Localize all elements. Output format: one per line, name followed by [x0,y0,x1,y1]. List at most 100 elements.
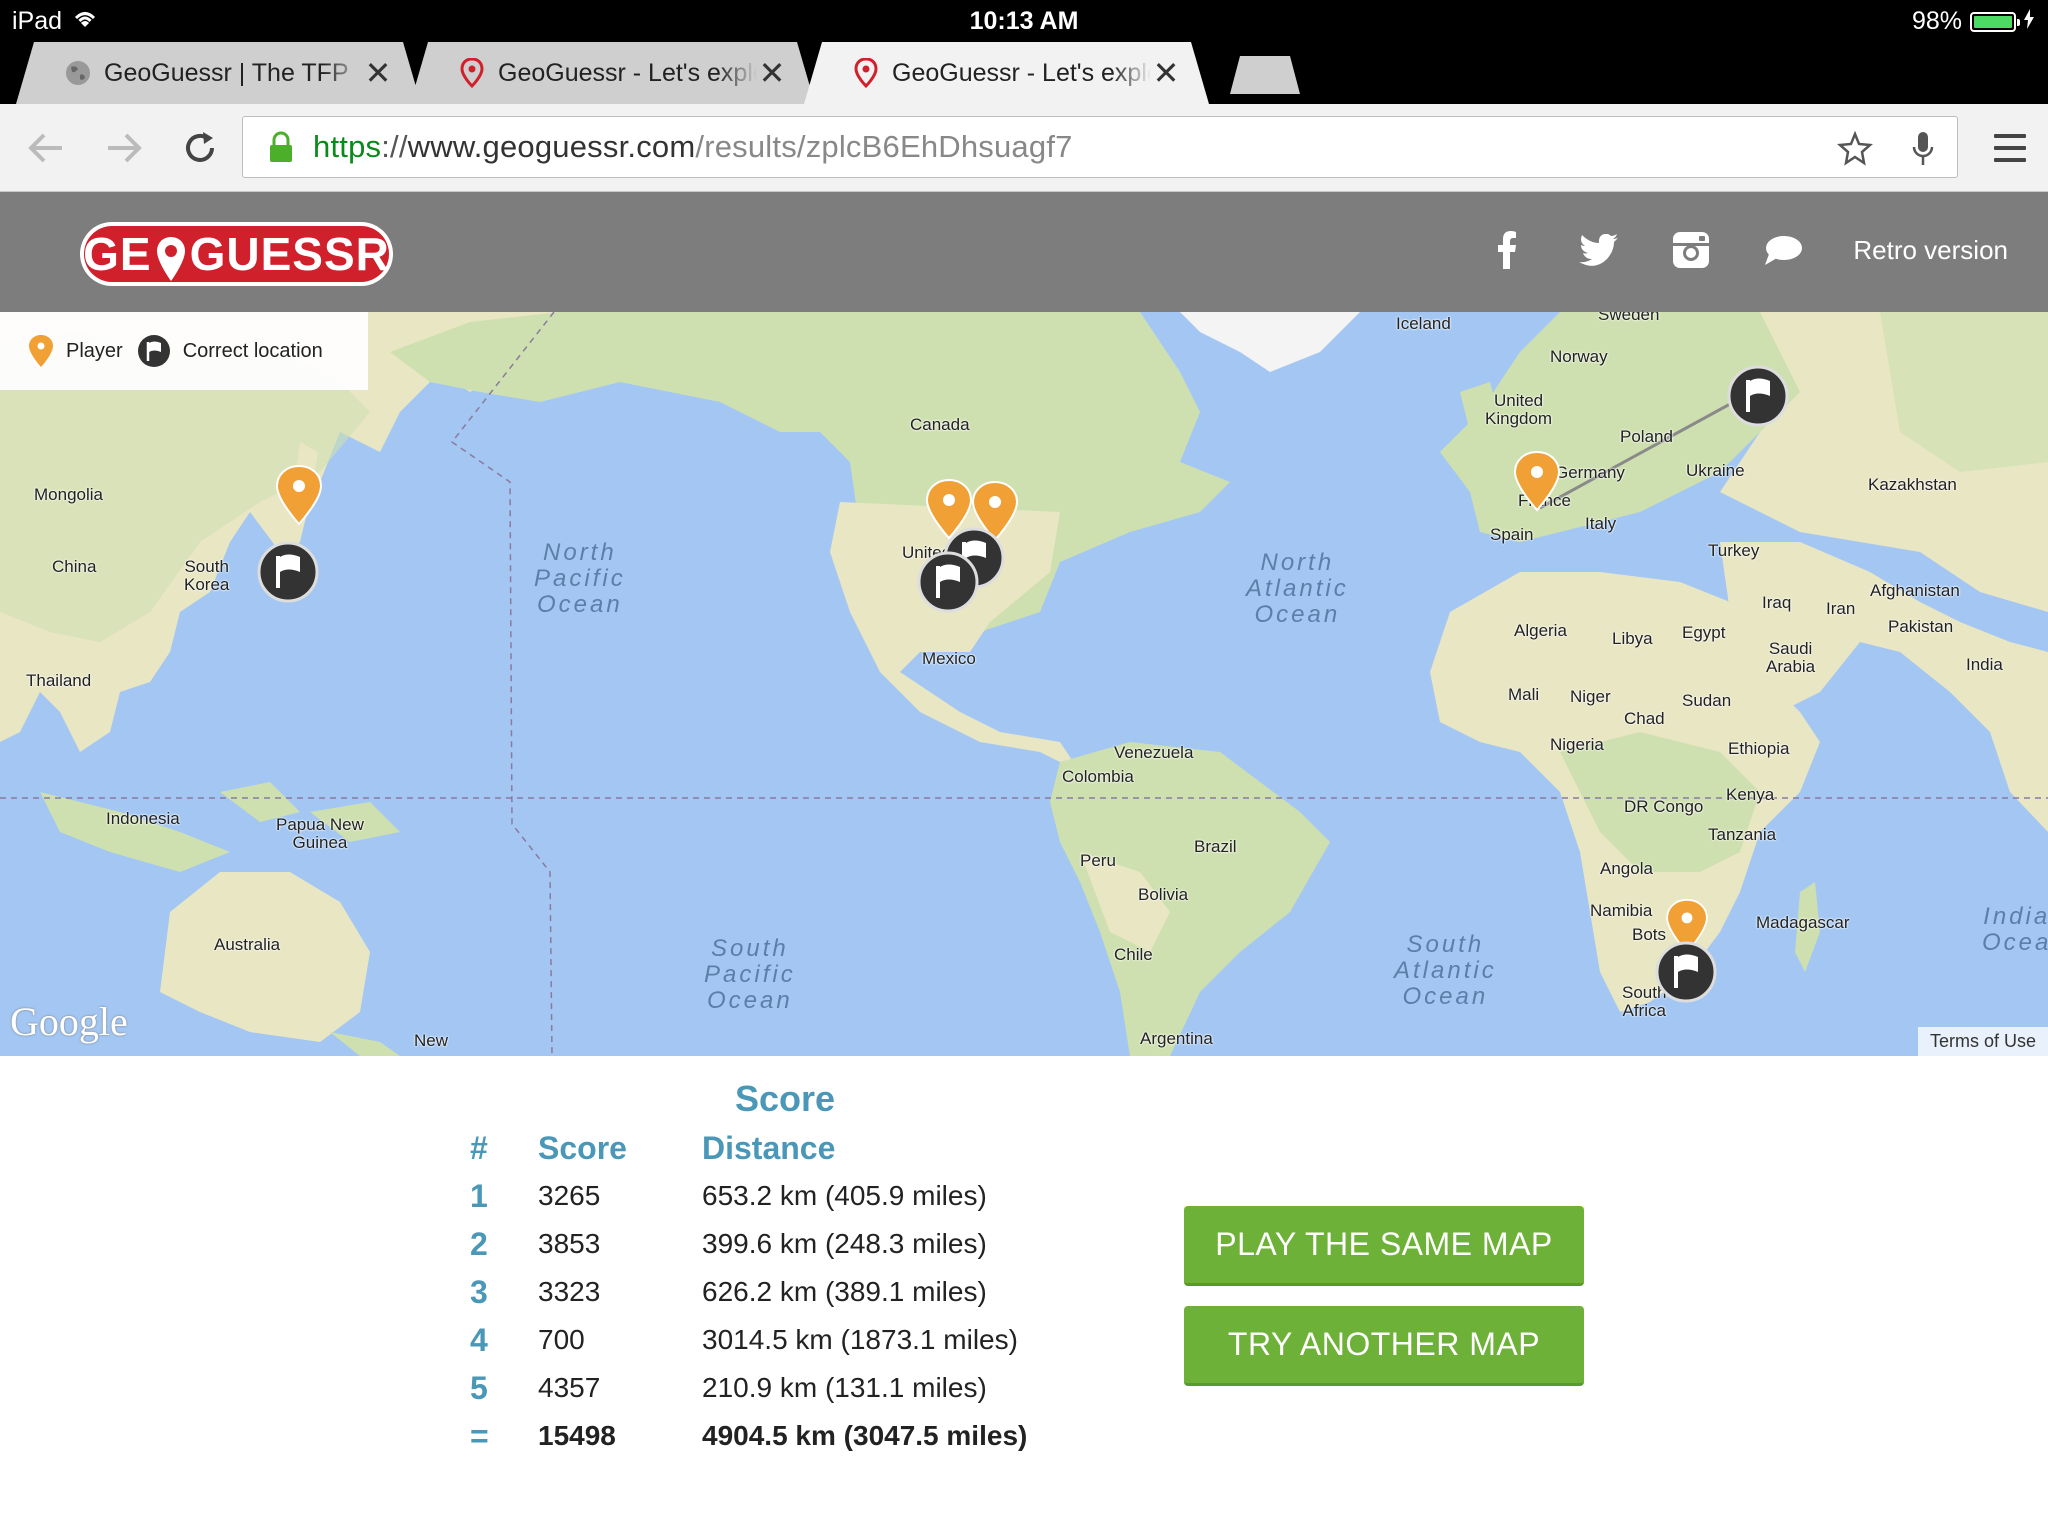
lock-icon [263,129,299,165]
tab-title: GeoGuessr - Let's explore the world! [892,58,1147,87]
map-place-label: Namibia [1590,901,1653,920]
correct-location-marker[interactable] [1654,940,1718,1009]
player-marker[interactable] [1512,450,1562,517]
reload-button[interactable] [174,122,226,174]
map-place-label: Niger [1570,687,1611,706]
map-place-label: Algeria [1514,621,1567,640]
bookmark-star-icon[interactable] [1835,129,1875,169]
logo-pin-icon [154,235,188,281]
round-distance: 653.2 km (405.9 miles) [702,1180,987,1211]
map-place-label: Australia [214,935,281,954]
tab-title: GeoGuessr - Let's explore the world! [498,58,753,87]
retro-version-link[interactable]: Retro version [1853,235,2008,266]
player-marker-icon [29,335,53,367]
url-text: https://www.geoguessr.com/results/zplcB6… [313,129,1073,164]
tab-geoguessr-explore-2[interactable]: GeoGuessr - Let's explore the world! ✕ [804,42,1209,104]
microphone-icon[interactable] [1903,129,1943,169]
map-place-label: Peru [1080,851,1116,870]
try-another-map-button[interactable]: TRY ANOTHER MAP [1184,1306,1584,1386]
round-score: 3265 [538,1180,601,1211]
map-place-label: Tanzania [1708,825,1777,844]
player-marker[interactable] [274,464,324,531]
map-place-label: Iran [1826,599,1856,618]
new-tab-button[interactable] [1230,56,1300,94]
site-header: GE GUESSR Retro version [0,192,2048,312]
tab-geoguessr-tfp[interactable]: GeoGuessr | The TFP ✕ [16,42,421,104]
tab-strip: GeoGuessr | The TFP ✕ GeoGuessr - Let's … [0,42,2048,104]
ocean-label: South Pacific Ocean [704,935,796,1014]
twitter-icon[interactable] [1577,228,1621,272]
map-place-label: DR Congo [1624,797,1704,816]
results-panel: Score # Score Distance 1 3265 653.2 km (… [0,1056,2048,1536]
ocean-label: India Ocea [1982,903,2048,956]
map-place-label: Ethiopia [1728,739,1790,758]
map-pin-icon [852,59,880,87]
map-place-label: Egypt [1682,623,1726,642]
facebook-icon[interactable] [1485,228,1529,272]
chat-bubble-icon[interactable] [1761,228,1805,272]
status-right: 98% [1912,7,2034,36]
back-button[interactable] [20,122,72,174]
play-same-map-button[interactable]: PLAY THE SAME MAP [1184,1206,1584,1286]
table-row: 1 3265 653.2 km (405.9 miles) [470,1172,1102,1220]
logo-text-right: GUESSR [189,228,390,280]
results-map[interactable]: Player Correct location Iceland Sweden Nor… [0,312,2048,1056]
round-score: 3853 [538,1228,601,1259]
legend-player-label: Player [66,339,123,362]
ocean-label: North Atlantic Ocean [1246,549,1349,628]
round-number: 2 [470,1225,488,1262]
map-place-label: Sweden [1598,312,1660,324]
reload-icon [186,132,214,162]
map-place-label: Venezuela [1114,743,1194,762]
map-place-label: Chile [1114,945,1153,964]
table-total-row: = 15498 4904.5 km (3047.5 miles) [470,1412,1102,1460]
logo-text-left: GE [83,228,152,280]
total-symbol: = [470,1417,489,1454]
map-place-label: Libya [1612,629,1653,648]
round-number: 4 [470,1321,488,1358]
map-place-label: Mongolia [34,485,103,504]
map-place-label: Thailand [26,671,92,690]
total-distance: 4904.5 km (3047.5 miles) [702,1420,1028,1451]
status-time: 10:13 AM [969,7,1079,35]
map-place-label: New [414,1031,449,1050]
legend-correct-label: Correct location [182,339,323,362]
round-distance: 626.2 km (389.1 miles) [702,1276,987,1307]
instagram-icon[interactable] [1669,228,1713,272]
map-place-label: Papua New Guinea [276,815,364,852]
menu-button[interactable] [1990,128,2030,168]
map-place-label: Saudi Arabia [1766,639,1816,676]
map-place-label: Kenya [1726,785,1775,804]
header-score: Score [538,1129,627,1166]
ocean-label: North Pacific Ocean [534,539,626,618]
forward-button[interactable] [98,122,150,174]
close-icon[interactable]: ✕ [363,54,393,92]
omnibox[interactable]: https://www.geoguessr.com/results/zplcB6… [242,116,1958,178]
map-place-label: Iceland [1396,314,1451,333]
close-icon[interactable]: ✕ [757,54,787,92]
map-place-label: Afghanistan [1870,581,1960,600]
geoguessr-logo[interactable]: GE GUESSR [80,222,393,286]
map-place-label: Spain [1490,525,1534,544]
correct-location-marker[interactable] [256,540,320,609]
ocean-label: South Atlantic Ocean [1394,931,1497,1010]
map-place-label: Turkey [1708,541,1760,560]
round-number: 3 [470,1273,488,1310]
map-place-label: Norway [1550,347,1608,366]
tab-title: GeoGuessr | The TFP [104,58,349,87]
arrow-left-icon [28,133,62,163]
charging-icon [2024,7,2034,36]
terms-of-use-link[interactable]: Terms of Use [1917,1027,2048,1056]
map-place-label: India [1966,655,2003,674]
correct-location-marker[interactable] [916,550,980,619]
map-place-label: China [52,557,97,576]
flag-marker-icon [137,335,170,367]
close-icon[interactable]: ✕ [1151,54,1181,92]
tab-geoguessr-explore-1[interactable]: GeoGuessr - Let's explore the world! ✕ [410,42,815,104]
correct-location-marker[interactable] [1726,364,1790,433]
status-bar: iPad 10:13 AM 98% [0,0,2048,42]
round-score: 4357 [538,1372,601,1403]
map-place-label: Sudan [1682,691,1732,710]
map-place-label: Ukraine [1686,461,1745,480]
round-score: 700 [538,1324,585,1355]
